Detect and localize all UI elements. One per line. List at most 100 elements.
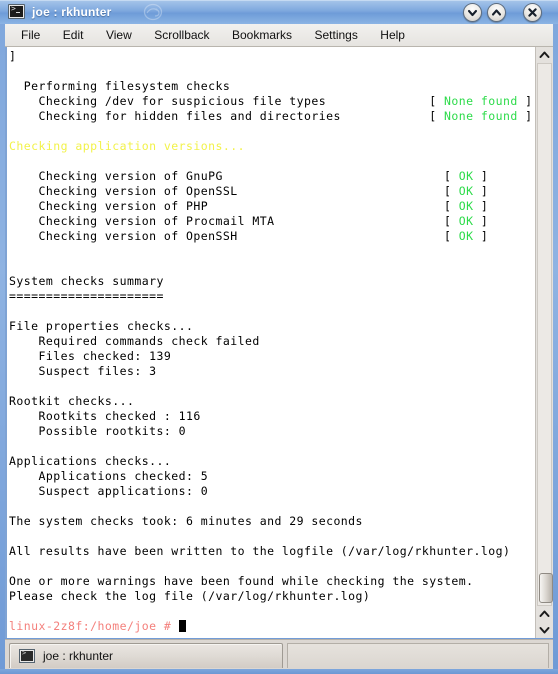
menu-bar: File Edit View Scrollback Bookmarks Sett… [5,24,553,47]
terminal-line: Applications checks... [9,454,535,469]
menu-item-help[interactable]: Help [371,24,414,47]
terminal-line-text: Suspect files: 3 [9,364,157,378]
scrollbar-down-arrow-icon[interactable] [536,622,553,638]
terminal-line-tail: ] [473,214,489,228]
session-tab-joe-rkhunter[interactable]: joe : rkhunter [9,643,283,668]
terminal-line-text: Checking version of OpenSSL [ [9,184,459,198]
terminal-line: Required commands check failed [9,334,535,349]
status-badge: OK [458,229,474,243]
terminal-line-text: One or more warnings have been found whi… [9,574,474,588]
scrollbar-up-arrow-top-icon[interactable] [536,47,553,63]
menu-item-settings[interactable]: Settings [305,24,366,47]
terminal-line-text: Checking /dev for suspicious file types … [9,94,445,108]
terminal-line: ===================== [9,289,535,304]
terminal-line-text: ] [9,49,17,63]
terminal-line-text: linux-2z8f:/home/joe # [9,619,179,633]
session-tab-bar: joe : rkhunter [5,639,553,669]
terminal-line-text: ===================== [9,289,164,303]
terminal-line: Checking application versions... [9,139,535,154]
terminal-line: Rootkit checks... [9,394,535,409]
status-badge: None found [444,109,518,123]
menu-item-view[interactable]: View [97,24,141,47]
terminal-line: All results have been written to the log… [9,544,535,559]
terminal-line-tail: ] [473,184,489,198]
scrollbar-trough[interactable] [537,63,553,606]
status-badge: OK [458,169,474,183]
status-badge: None found [444,94,518,108]
terminal-icon [8,3,25,19]
terminal-line-text: Checking version of OpenSSH [ [9,229,459,243]
scrollbar-up-arrow-bottom-icon[interactable] [536,606,553,622]
session-tab-label: joe : rkhunter [43,649,114,663]
terminal-line-tail: ] [473,169,489,183]
terminal-line: Rootkits checked : 116 [9,409,535,424]
terminal-line-tail: ] [517,94,533,108]
terminal-line-text: Checking version of GnuPG [ [9,169,459,183]
terminal-line-text: The system checks took: 6 minutes and 29… [9,514,363,528]
menu-item-bookmarks[interactable]: Bookmarks [223,24,301,47]
terminal-line-text: Suspect applications: 0 [9,484,209,498]
terminal-icon [19,648,35,663]
terminal-line-text: Performing filesystem checks [9,79,231,93]
terminal-line-tail: ] [473,199,489,213]
terminal-line-tail: ] [517,109,533,123]
terminal-line: The system checks took: 6 minutes and 29… [9,514,535,529]
terminal-line-text: Checking application versions... [9,139,245,153]
terminal-line: Checking version of OpenSSL [ OK ] [9,184,535,199]
terminal-line-text: Checking for hidden files and directorie… [9,109,445,123]
terminal-line: Suspect applications: 0 [9,484,535,499]
status-badge: OK [458,214,474,228]
terminal-line: File properties checks... [9,319,535,334]
menu-item-file[interactable]: File [12,24,49,47]
terminal-line-tail: ] [473,229,489,243]
terminal-line: ] [9,49,535,64]
shade-button[interactable] [463,3,482,22]
terminal-line: Possible rootkits: 0 [9,424,535,439]
konsole-window: joe : rkhunter File Edit View Scrollback… [0,0,558,674]
terminal-cursor [178,620,186,632]
terminal-line: Checking version of PHP [ OK ] [9,199,535,214]
terminal-output[interactable]: ] Performing filesystem checks Checking … [7,47,535,638]
terminal-line-text: Checking version of PHP [ [9,199,459,213]
terminal-line-text: Required commands check failed [9,334,260,348]
status-badge: OK [458,184,474,198]
title-bar[interactable]: joe : rkhunter [0,0,558,24]
window-title: joe : rkhunter [32,5,112,19]
terminal-line-text: Files checked: 139 [9,349,172,363]
terminal-line-text: System checks summary [9,274,164,288]
terminal-scrollbar[interactable] [535,47,553,638]
tab-bar-empty-area[interactable] [287,643,549,668]
terminal-line-text: Applications checks... [9,454,172,468]
scrollbar-thumb[interactable] [539,573,553,603]
menu-item-scrollback[interactable]: Scrollback [145,24,218,47]
terminal-line-text: File properties checks... [9,319,194,333]
terminal-line-text: Rootkit checks... [9,394,135,408]
menu-item-edit[interactable]: Edit [54,24,93,47]
terminal-line: System checks summary [9,274,535,289]
terminal-screen: ] Performing filesystem checks Checking … [9,49,535,634]
terminal-line-text: Applications checked: 5 [9,469,209,483]
terminal-line: Suspect files: 3 [9,364,535,379]
terminal-line: linux-2z8f:/home/joe # [9,619,535,634]
terminal-line: One or more warnings have been found whi… [9,574,535,589]
terminal-line-text: Possible rootkits: 0 [9,424,186,438]
window-bottom-edge [0,669,558,674]
maximize-button[interactable] [487,3,506,22]
terminal-line-text: Rootkits checked : 116 [9,409,201,423]
terminal-line: Checking /dev for suspicious file types … [9,94,535,109]
terminal-line: Files checked: 139 [9,349,535,364]
terminal-line-text: Checking version of Procmail MTA [ [9,214,459,228]
close-button[interactable] [523,3,542,22]
terminal-line-text: Please check the log file (/var/log/rkhu… [9,589,371,603]
